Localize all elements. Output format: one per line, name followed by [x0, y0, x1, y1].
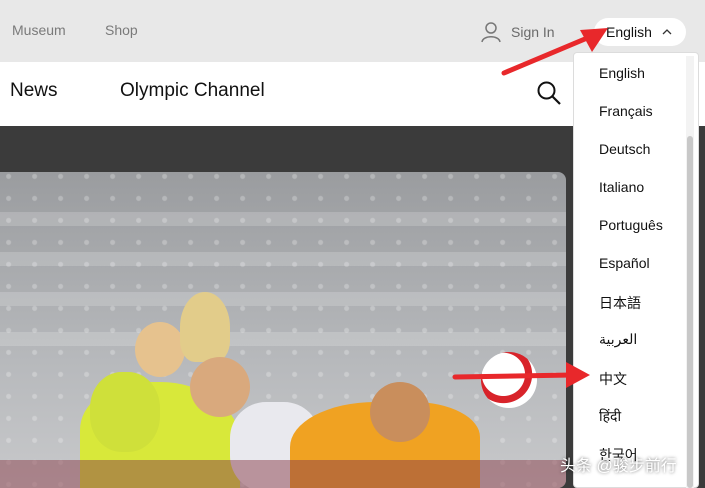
language-option-portuguese[interactable]: Português — [599, 217, 663, 233]
language-option-japanese[interactable]: 日本語 — [599, 293, 641, 313]
player-head — [135, 322, 185, 377]
museum-link[interactable]: Museum — [12, 22, 66, 38]
language-option-spanish[interactable]: Español — [599, 255, 650, 271]
language-selector-button[interactable]: English — [594, 18, 686, 46]
sign-in-label: Sign In — [511, 24, 555, 40]
search-icon[interactable] — [536, 80, 562, 106]
goalkeeper-head — [370, 382, 430, 442]
hero-image[interactable] — [0, 172, 566, 488]
watermark: 头条 @骏步前行 — [560, 458, 677, 475]
stadium-seat-row — [0, 252, 566, 266]
football — [481, 352, 537, 408]
stadium-seat-row — [0, 212, 566, 226]
language-option-english[interactable]: English — [599, 65, 645, 81]
language-option-italian[interactable]: Italiano — [599, 179, 644, 195]
language-option-french[interactable]: Français — [599, 103, 653, 119]
player-hair — [180, 292, 230, 362]
language-option-chinese[interactable]: 中文 — [599, 369, 627, 389]
nav-olympic-channel[interactable]: Olympic Channel — [120, 80, 265, 102]
sign-in-button[interactable]: Sign In — [480, 18, 555, 46]
language-menu-scrollbar[interactable] — [686, 56, 694, 488]
stadium-seat-row — [0, 292, 566, 306]
pitch-edge — [0, 460, 566, 488]
language-selector-label: English — [606, 24, 652, 40]
scrollbar-thumb[interactable] — [687, 136, 693, 488]
player-head — [190, 357, 250, 417]
language-option-hindi[interactable]: हिंदी — [599, 407, 621, 426]
language-option-german[interactable]: Deutsch — [599, 141, 650, 157]
chevron-up-icon — [662, 29, 672, 35]
language-dropdown-menu: English Français Deutsch Italiano Portug… — [573, 52, 699, 488]
player-yellow-jersey-back — [90, 372, 160, 452]
stadium-seat-row — [0, 332, 566, 346]
shop-link[interactable]: Shop — [105, 22, 138, 38]
language-option-arabic[interactable]: العربية — [599, 331, 637, 348]
user-icon — [481, 22, 501, 43]
nav-news[interactable]: News — [10, 80, 58, 102]
